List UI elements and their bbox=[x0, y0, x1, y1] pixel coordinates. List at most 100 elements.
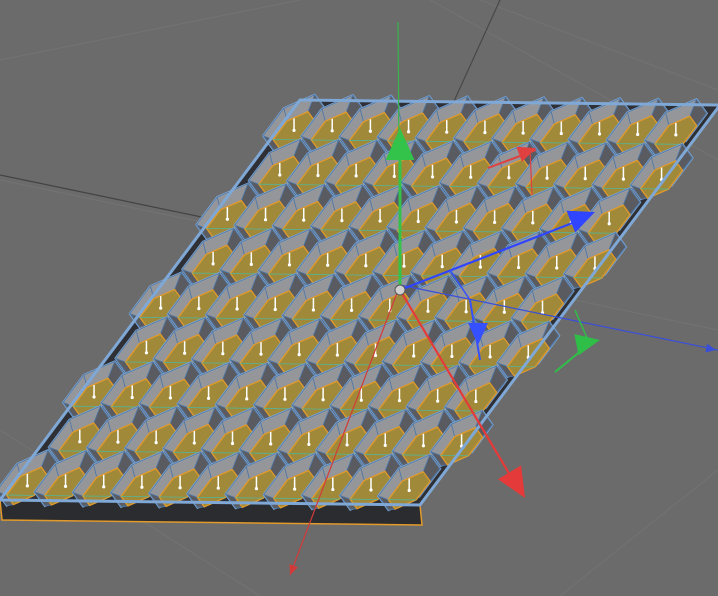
grid-line-dark bbox=[449, 0, 501, 111]
vertex-point bbox=[144, 351, 149, 355]
vertex-point bbox=[211, 262, 215, 266]
vertex-point bbox=[354, 174, 358, 178]
vertex-point bbox=[78, 440, 82, 444]
vertex-point bbox=[507, 176, 511, 180]
vertex-point bbox=[364, 264, 368, 268]
object-axis-x-arrow[interactable] bbox=[497, 465, 525, 498]
vertex-point bbox=[292, 128, 296, 132]
vertex-point bbox=[674, 133, 678, 137]
vertex-point bbox=[392, 174, 396, 178]
vertex-point bbox=[92, 395, 96, 399]
vertex-point bbox=[154, 440, 158, 445]
vertex-point bbox=[321, 398, 325, 402]
vertex-point bbox=[474, 399, 478, 404]
vertex-point bbox=[216, 486, 220, 490]
object-pivot[interactable] bbox=[394, 284, 406, 296]
vertex-point bbox=[178, 486, 182, 490]
vertex-point bbox=[206, 396, 211, 400]
grid-line bbox=[0, 0, 301, 61]
vertex-point bbox=[445, 130, 449, 134]
vertex-point bbox=[450, 354, 454, 359]
vertex-point bbox=[259, 352, 263, 356]
vertex-point bbox=[350, 308, 354, 312]
vertex-point bbox=[293, 487, 297, 491]
vertex-point bbox=[183, 351, 187, 355]
vertex-point bbox=[221, 352, 225, 356]
vertex-point bbox=[302, 218, 306, 222]
vertex-point bbox=[555, 266, 559, 270]
vertex-point bbox=[263, 218, 268, 222]
vertex-point bbox=[421, 444, 426, 448]
vertex-point bbox=[345, 443, 349, 447]
vertex-point bbox=[140, 485, 144, 489]
vertex-point bbox=[225, 217, 229, 221]
vertex-point bbox=[278, 173, 282, 177]
vertex-point bbox=[116, 440, 120, 444]
vertex-point bbox=[436, 399, 440, 403]
vertex-point bbox=[311, 308, 316, 312]
vertex-point bbox=[412, 354, 416, 358]
vertex-point bbox=[369, 488, 373, 492]
vertex-point bbox=[406, 130, 411, 134]
vertex-point bbox=[368, 129, 372, 133]
vertex-point bbox=[235, 307, 239, 311]
vertex-point bbox=[545, 176, 549, 180]
vertex-point bbox=[326, 263, 330, 267]
viewport-scene[interactable] bbox=[0, 0, 718, 596]
vertex-point bbox=[340, 219, 344, 223]
3d-viewport[interactable] bbox=[0, 0, 718, 596]
vertex-point bbox=[383, 443, 387, 447]
vertex-point bbox=[273, 307, 277, 312]
vertex-point bbox=[454, 220, 459, 224]
vertex-point bbox=[521, 131, 525, 135]
vertex-point bbox=[402, 264, 406, 268]
vertex-point bbox=[192, 441, 196, 445]
vertex-point bbox=[430, 175, 435, 179]
vertex-point bbox=[378, 219, 382, 223]
vertex-point bbox=[245, 397, 249, 401]
vertex-point bbox=[316, 173, 320, 178]
vertex-point bbox=[607, 222, 611, 226]
vertex-point bbox=[230, 441, 235, 446]
vertex-point bbox=[359, 398, 363, 402]
vertex-point bbox=[493, 220, 497, 225]
vertex-point bbox=[297, 353, 301, 357]
vertex-point bbox=[254, 487, 259, 491]
vertex-point bbox=[621, 177, 626, 181]
vertex-point bbox=[287, 263, 292, 267]
vertex-point bbox=[416, 219, 420, 224]
vertex-point bbox=[478, 265, 482, 269]
grid-line bbox=[559, 469, 718, 596]
vertex-point bbox=[102, 485, 106, 489]
vertex-point bbox=[283, 397, 287, 401]
vertex-point bbox=[397, 399, 402, 403]
vertex-point bbox=[531, 221, 535, 225]
vertex-point bbox=[249, 262, 253, 266]
grid-line bbox=[479, 0, 718, 91]
honeycomb-mesh[interactable] bbox=[0, 93, 718, 526]
vertex-point bbox=[331, 487, 335, 492]
vertex-point bbox=[168, 396, 172, 400]
vertex-point bbox=[63, 484, 68, 488]
vertex-point bbox=[25, 484, 29, 488]
vertex-point bbox=[583, 177, 587, 181]
vertex-point bbox=[440, 265, 444, 269]
vertex-point bbox=[426, 309, 430, 313]
vertex-point bbox=[159, 306, 163, 310]
vertex-point bbox=[516, 265, 521, 270]
vertex-point bbox=[197, 306, 201, 311]
vertex-point bbox=[269, 442, 273, 446]
vertex-point bbox=[469, 175, 473, 179]
vertex-point bbox=[502, 310, 506, 314]
vertex-point bbox=[130, 395, 134, 400]
vertex-point bbox=[559, 131, 563, 136]
vertex-point bbox=[636, 132, 640, 137]
vertex-point bbox=[330, 129, 334, 133]
vertex-point bbox=[373, 353, 378, 358]
vertex-point bbox=[307, 442, 311, 447]
vertex-point bbox=[464, 310, 468, 314]
world-axis-z-arrow[interactable] bbox=[705, 343, 716, 353]
vertex-point bbox=[597, 132, 602, 136]
vertex-point bbox=[483, 131, 487, 135]
vertex-point bbox=[335, 353, 339, 357]
